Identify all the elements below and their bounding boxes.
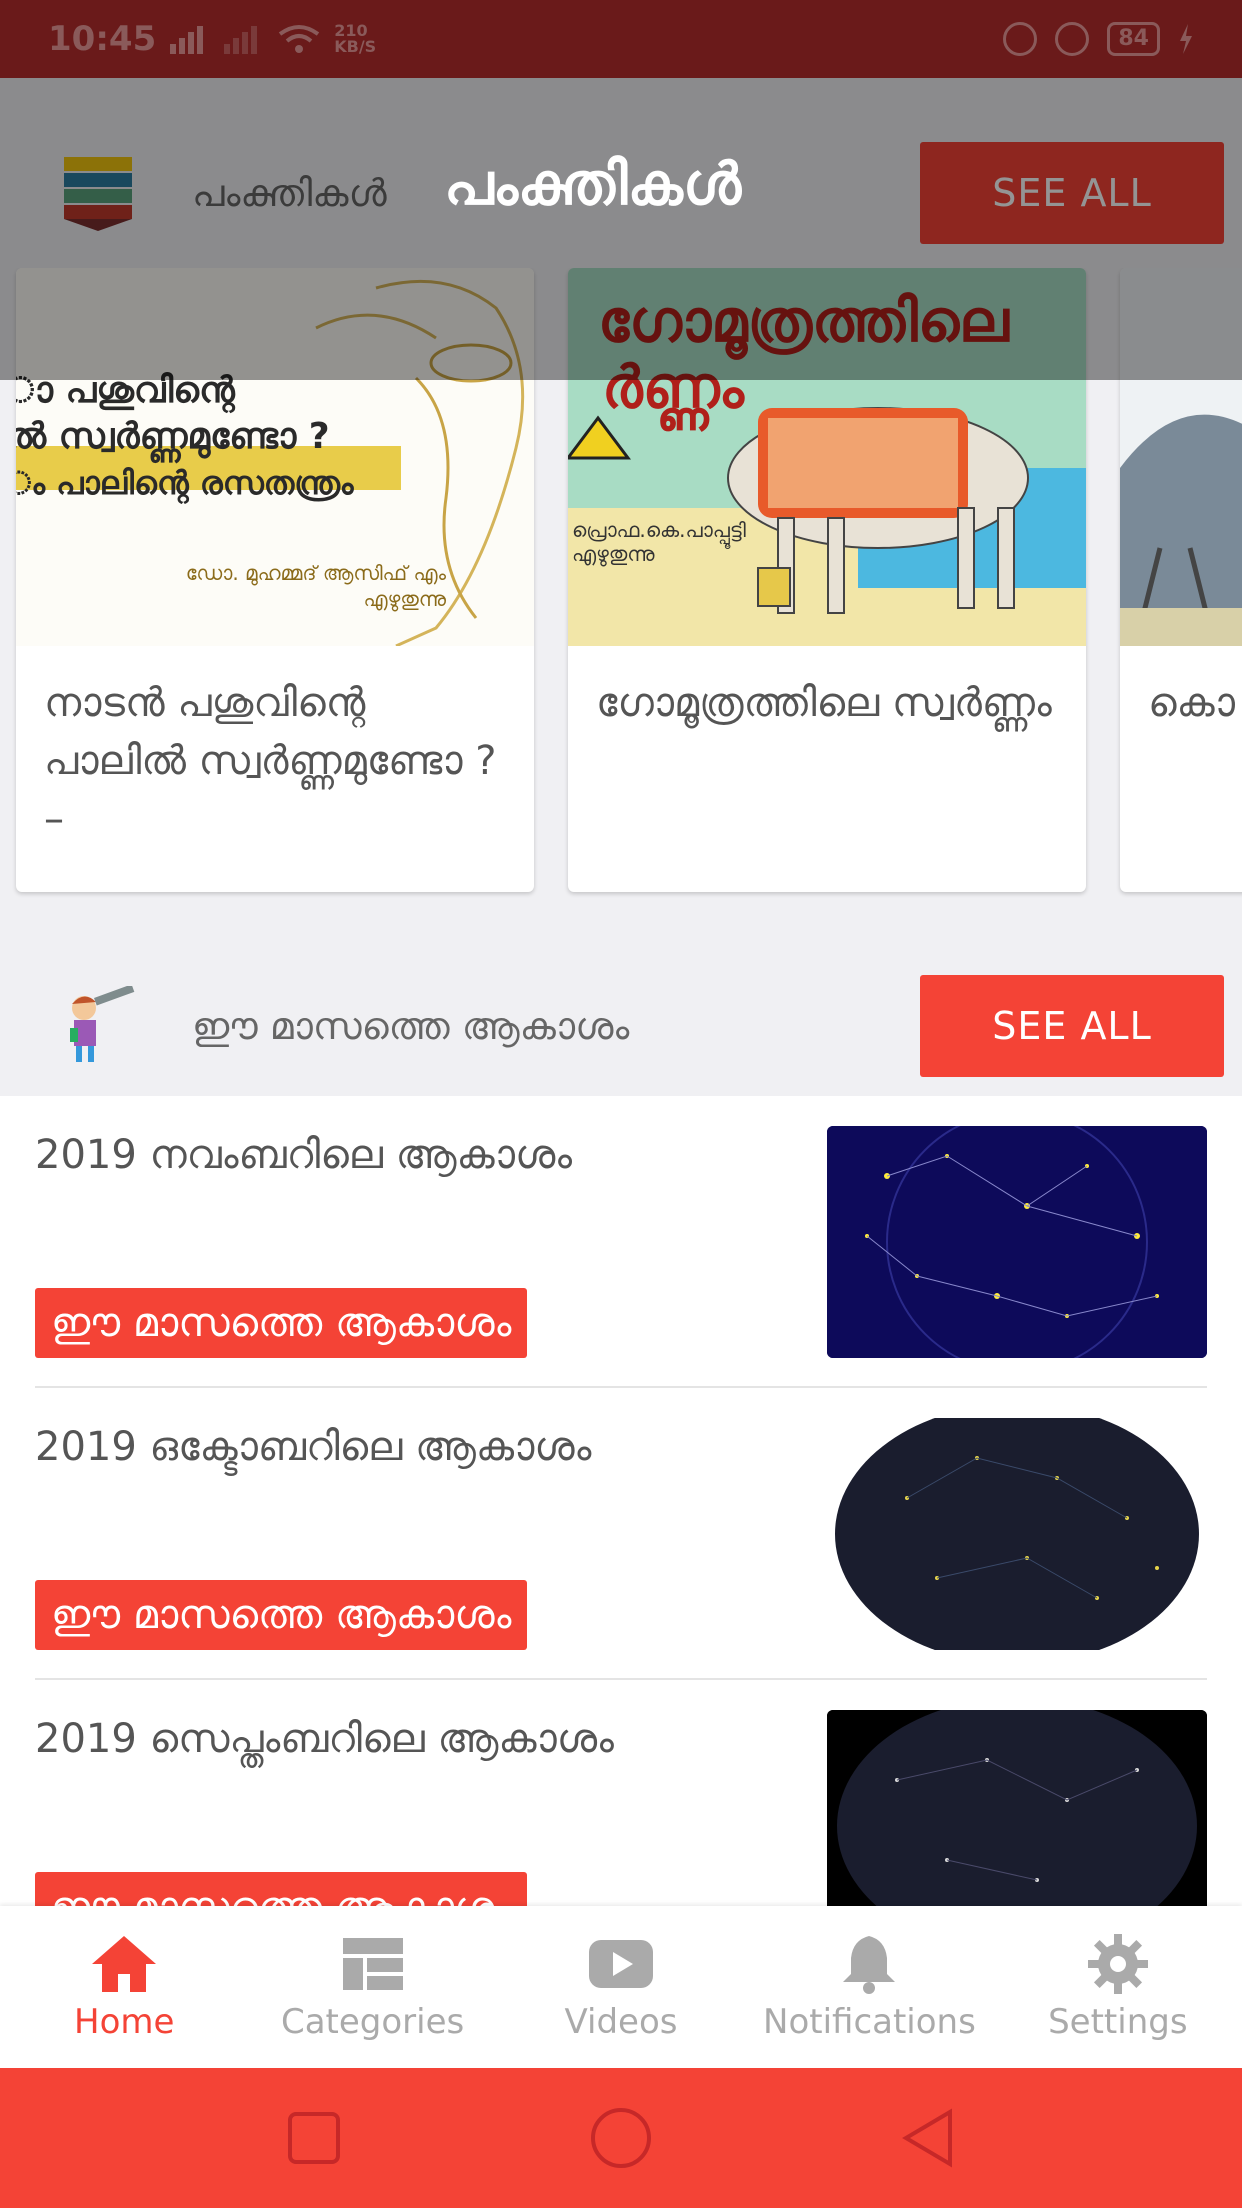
thumb-line: ർണ്ണം xyxy=(602,353,744,421)
thumb-line: ഡോ. മുഹമ്മദ് ആസിഫ് എം xyxy=(185,561,446,585)
nav-label: Settings xyxy=(1048,2002,1188,2042)
status-bar: 10:45 210 KB/S 84 xyxy=(0,0,1242,78)
books-icon xyxy=(60,153,136,233)
article-thumbnail xyxy=(1120,268,1242,646)
article-carousel[interactable]: ാ പശുവിന്റെ ൽ സ്വർണ്ണമുണ്ടോ ? ം പാലിന്റെ… xyxy=(0,268,1242,900)
star-map-thumbnail xyxy=(827,1418,1207,1650)
category-badge[interactable]: ഈ മാസത്തെ ആകാശം xyxy=(35,1288,528,1358)
list-item-title: 2019 നവംബറിലെ ആകാശം xyxy=(35,1132,573,1178)
see-all-button[interactable]: SEE ALL xyxy=(920,975,1224,1077)
category-badge[interactable]: ഈ മാസത്തെ ആകാശം xyxy=(35,1580,528,1650)
page-title: പംക്തികൾ xyxy=(444,150,742,218)
list-item[interactable]: 2019 നവംബറിലെ ആകാശം ഈ മാസത്തെ ആകാശം xyxy=(35,1096,1207,1388)
nav-settings[interactable]: Settings xyxy=(994,1906,1242,2068)
nav-label: Categories xyxy=(280,2002,465,2042)
thumb-line: ൽ സ്വർണ്ണമുണ്ടോ ? xyxy=(16,416,330,457)
star-map-thumbnail xyxy=(827,1710,1207,1906)
sky-article-list[interactable]: 2019 നവംബറിലെ ആകാശം ഈ മാസത്തെ ആകാശം 2019… xyxy=(0,1096,1242,1906)
categories-icon xyxy=(342,1938,403,1990)
signal-2-icon xyxy=(224,26,258,54)
bottom-navigation: Home Categories Videos Notifications Set… xyxy=(0,1906,1242,2068)
category-badge[interactable]: ഈ മാസത്തെ ആകാശം xyxy=(35,1872,528,1906)
list-item[interactable]: 2019 സെപ്തംബറിലെ ആകാശം ഈ മാസത്തെ ആകാശം xyxy=(35,1680,1207,1906)
thumb-line: പ്രൊഫ.കെ.പാപ്പൂട്ടി xyxy=(572,518,746,542)
article-card[interactable]: ാ പശുവിന്റെ ൽ സ്വർണ്ണമുണ്ടോ ? ം പാലിന്റെ… xyxy=(16,268,534,892)
battery-indicator: 84 xyxy=(1107,22,1160,56)
thumb-line: ം പാലിന്റെ രസതന്ത്രം xyxy=(16,464,354,502)
recents-icon[interactable] xyxy=(282,2106,346,2170)
nav-home[interactable]: Home xyxy=(0,1906,248,2068)
thumb-line: ാ പശുവിന്റെ xyxy=(16,370,235,411)
home-circle-icon[interactable] xyxy=(589,2106,653,2170)
star-map-thumbnail xyxy=(827,1126,1207,1358)
article-thumbnail: ഗോമൂത്രത്തിലെ ർണ്ണം പ്രൊഫ.കെ.പാപ്പൂട്ടി … xyxy=(568,268,1086,646)
back-icon[interactable] xyxy=(896,2106,960,2170)
list-item[interactable]: 2019 ഒക്ടോബറിലെ ആകാശം ഈ മാസത്തെ ആകാശം xyxy=(35,1388,1207,1680)
thumb-line: എഴുതുന്നു xyxy=(363,587,446,611)
system-navigation-bar xyxy=(0,2068,1242,2208)
nav-videos[interactable]: Videos xyxy=(497,1906,745,2068)
net-speed-unit: KB/S xyxy=(334,37,377,56)
article-thumbnail: ാ പശുവിന്റെ ൽ സ്വർണ്ണമുണ്ടോ ? ം പാലിന്റെ… xyxy=(16,268,534,646)
thumb-line: എഴുതുന്നു xyxy=(572,542,655,566)
wifi-icon xyxy=(279,25,320,53)
article-card[interactable]: ഗോമൂത്രത്തിലെ ർണ്ണം പ്രൊഫ.കെ.പാപ്പൂട്ടി … xyxy=(568,268,1086,892)
article-card[interactable]: കൊ കണ xyxy=(1120,268,1242,892)
see-all-button[interactable]: SEE ALL xyxy=(920,142,1224,244)
nav-categories[interactable]: Categories xyxy=(248,1906,496,2068)
nav-notifications[interactable]: Notifications xyxy=(745,1906,993,2068)
alarm-icon xyxy=(1055,22,1090,56)
article-title: ഗോമൂത്രത്തിലെ സ്വർണ്ണം xyxy=(596,680,1052,726)
article-title: നാടൻ പശുവിന്റെ പാലിൽ സ്വർണ്ണമുണ്ടോ ? – xyxy=(44,680,497,842)
nav-label: Notifications xyxy=(763,2002,976,2042)
section-sky-header: ഈ മാസത്തെ ആകാശം SEE ALL xyxy=(0,956,1242,1096)
lock-icon xyxy=(1003,22,1038,56)
charging-icon xyxy=(1180,24,1192,54)
home-icon xyxy=(92,1936,157,1992)
signal-icon xyxy=(170,26,204,54)
article-title: കൊ കണ xyxy=(1148,680,1242,726)
gear-icon xyxy=(1087,1934,1148,1994)
bell-icon xyxy=(843,1936,896,1994)
thumb-line: ഗോമൂത്രത്തിലെ xyxy=(598,287,1009,355)
nav-label: Home xyxy=(74,2002,175,2042)
status-time: 10:45 xyxy=(48,19,157,59)
telescope-kid-icon xyxy=(60,984,136,1066)
nav-label: Videos xyxy=(564,2002,678,2042)
videos-icon xyxy=(589,1940,654,1988)
list-item-title: 2019 ഒക്ടോബറിലെ ആകാശം xyxy=(35,1424,592,1470)
list-item-title: 2019 സെപ്തംബറിലെ ആകാശം xyxy=(35,1716,614,1762)
section-title: ഈ മാസത്തെ ആകാശം xyxy=(192,1003,630,1048)
